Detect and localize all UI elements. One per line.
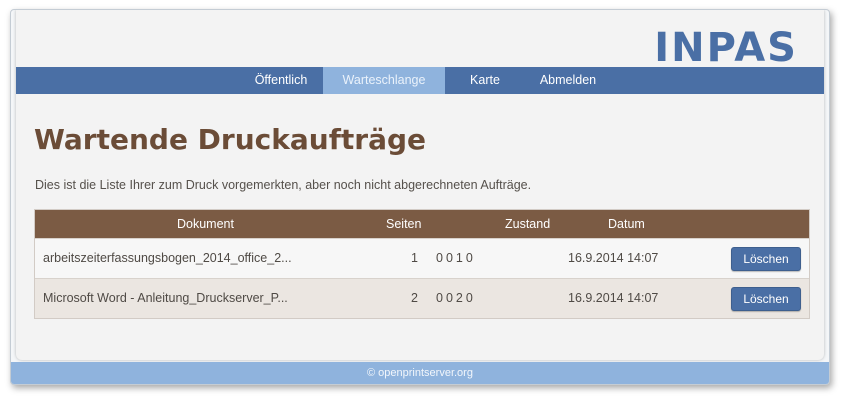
header-pages: Seiten bbox=[386, 217, 422, 231]
main-nav: Öffentlich Warteschlange Karte Abmelden bbox=[16, 67, 824, 94]
nav-item-karte[interactable]: Karte bbox=[455, 67, 515, 94]
nav-item-abmelden[interactable]: Abmelden bbox=[528, 67, 608, 94]
cell-state: 0010 bbox=[436, 251, 476, 265]
cell-pages: 2 bbox=[411, 291, 418, 305]
cell-state: 0020 bbox=[436, 291, 476, 305]
delete-button[interactable]: Löschen bbox=[731, 247, 801, 271]
footer-copyright[interactable]: © openprintserver.org bbox=[11, 362, 829, 384]
cell-pages: 1 bbox=[411, 251, 418, 265]
page-intro: Dies ist die Liste Ihrer zum Druck vorge… bbox=[35, 178, 532, 192]
table-row: arbeitszeiterfassungsbogen_2014_office_2… bbox=[35, 238, 809, 278]
nav-item-oeffentlich[interactable]: Öffentlich bbox=[239, 67, 323, 94]
header-document: Dokument bbox=[177, 217, 234, 231]
header-date: Datum bbox=[608, 217, 645, 231]
print-jobs-table: Dokument Seiten Zustand Datum arbeitszei… bbox=[34, 209, 810, 319]
cell-document: arbeitszeiterfassungsbogen_2014_office_2… bbox=[43, 251, 292, 265]
table-row: Microsoft Word - Anleitung_Druckserver_P… bbox=[35, 278, 809, 318]
cell-date: 16.9.2014 14:07 bbox=[568, 291, 659, 305]
browser-frame: INPAS Öffentlich Warteschlange Karte Abm… bbox=[10, 9, 830, 385]
nav-item-warteschlange[interactable]: Warteschlange bbox=[323, 67, 445, 94]
cell-document: Microsoft Word - Anleitung_Druckserver_P… bbox=[43, 291, 288, 305]
cell-date: 16.9.2014 14:07 bbox=[568, 251, 659, 265]
page-card: INPAS Öffentlich Warteschlange Karte Abm… bbox=[16, 10, 824, 360]
inpas-logo: INPAS bbox=[654, 25, 798, 71]
table-header: Dokument Seiten Zustand Datum bbox=[35, 210, 809, 238]
header-state: Zustand bbox=[505, 217, 551, 231]
delete-button[interactable]: Löschen bbox=[731, 287, 801, 311]
page-title: Wartende Druckaufträge bbox=[34, 123, 427, 156]
